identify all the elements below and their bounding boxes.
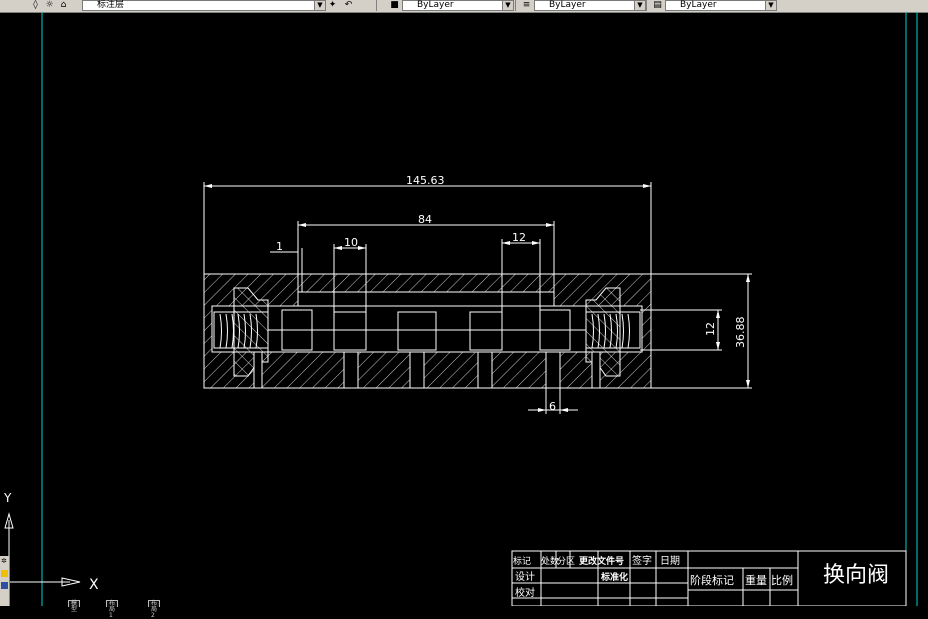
dim-offset: 1 [276, 240, 283, 253]
tb-row-standard: 标准化 [600, 571, 628, 583]
lineweight-dropdown[interactable]: ByLayer ▼ [665, 0, 777, 11]
color-dropdown[interactable]: ByLayer ▼ [402, 0, 514, 11]
tb-scale: 比例 [771, 573, 793, 587]
dim-port-width: 6 [549, 400, 556, 413]
port [591, 351, 601, 389]
chevron-down-icon: ▼ [634, 1, 645, 10]
lineweight-value: ByLayer [680, 0, 717, 10]
port [545, 351, 561, 389]
valve-body [203, 273, 652, 389]
port [253, 351, 263, 389]
color-value: ByLayer [417, 0, 454, 10]
layer-icon[interactable] [1, 582, 8, 589]
ucs-y-label: Y [3, 491, 12, 505]
layer-name: 标注层 [97, 0, 125, 10]
chevron-down-icon: ▼ [502, 1, 513, 10]
dim-inner-length: 84 [418, 213, 432, 226]
tb-drawing-name: 换向阀 [823, 563, 889, 588]
top-channel [297, 291, 555, 307]
settings-icon[interactable]: ✲ [1, 558, 8, 565]
tb-header-signature: 签字 [632, 554, 652, 567]
tb-header-zone: 分区 [557, 556, 575, 567]
linetype-value: ByLayer [549, 0, 586, 10]
make-current-layer-icon[interactable]: ✦ [327, 0, 338, 10]
layer-state-icon[interactable]: ◊ [30, 0, 41, 10]
spool-land [397, 311, 437, 351]
port [477, 351, 493, 389]
side-toolbar: ✲ [0, 556, 10, 606]
tb-header-change-doc: 更改文件号 [579, 555, 624, 567]
color-icon[interactable]: ■ [389, 0, 400, 10]
tb-weight: 重量 [745, 573, 767, 587]
dim-land-width-right: 12 [512, 231, 526, 244]
dim-overall-length: 145.63 [406, 174, 445, 187]
spool-land [469, 311, 503, 351]
ucs-x-label: X [89, 577, 99, 593]
lightbulb-icon[interactable]: ☼ [44, 0, 55, 10]
toolbar-separator [515, 0, 516, 11]
toolbar-separator [376, 0, 377, 11]
dim-overall-height: 36.88 [734, 317, 747, 349]
lineweight-icon[interactable]: ▤ [652, 0, 663, 10]
spool-land [333, 311, 367, 351]
drawing-canvas[interactable]: 145.63 84 1 10 12 12 36.88 6 X Y 标记 处数 分… [0, 12, 928, 606]
dim-land-width-left: 10 [344, 236, 358, 249]
toolbar-separator [646, 0, 647, 11]
folder-icon[interactable] [1, 570, 8, 577]
dim-vertical-small: 12 [704, 322, 717, 336]
tb-header-date: 日期 [660, 555, 680, 567]
tb-stage-mark: 阶段标记 [690, 573, 734, 587]
chevron-down-icon: ▼ [765, 1, 776, 10]
tb-row-design: 设计 [515, 570, 535, 583]
port [343, 351, 359, 389]
port [409, 351, 425, 389]
lock-icon[interactable]: ⌂ [58, 0, 69, 10]
tb-header-mark: 标记 [513, 555, 531, 567]
chevron-down-icon: ▼ [314, 1, 325, 10]
linetype-dropdown[interactable]: ByLayer ▼ [534, 0, 646, 11]
layer-dropdown[interactable]: 标注层 ▼ [82, 0, 326, 11]
linetype-icon[interactable]: ≡ [521, 0, 532, 10]
layer-previous-icon[interactable]: ↶ [343, 0, 354, 10]
tb-row-check: 校对 [515, 586, 535, 599]
